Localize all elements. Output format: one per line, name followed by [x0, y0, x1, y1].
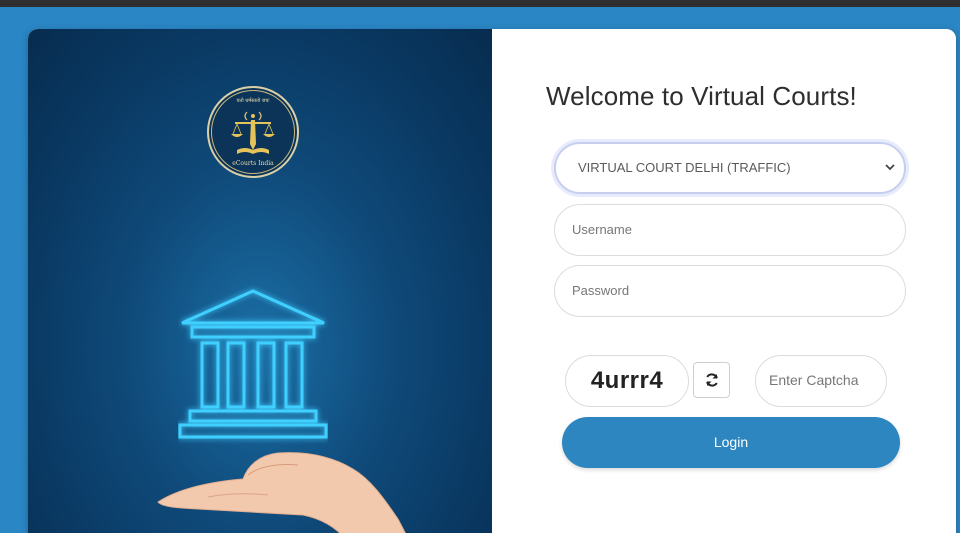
password-input[interactable]: [572, 283, 872, 298]
username-field-wrapper: [554, 204, 906, 256]
browser-top-strip: [0, 0, 960, 7]
login-button[interactable]: Login: [562, 417, 900, 468]
username-input[interactable]: [572, 222, 872, 237]
emblem-caption: eCourts India: [232, 160, 274, 167]
page-background: यतो धर्मस्ततो जयः eCourts India Welcome …: [0, 7, 960, 533]
refresh-captcha-button[interactable]: [693, 362, 730, 398]
captcha-input[interactable]: [769, 372, 879, 388]
courthouse-icon: [178, 289, 328, 439]
court-select[interactable]: VIRTUAL COURT DELHI (TRAFFIC): [554, 142, 906, 194]
ecourts-emblem-logo: यतो धर्मस्ततो जयः eCourts India: [207, 86, 299, 178]
login-form-panel: Welcome to Virtual Courts! VIRTUAL COURT…: [492, 29, 956, 533]
login-card: यतो धर्मस्ततो जयः eCourts India Welcome …: [28, 29, 956, 533]
chevron-down-icon: [885, 164, 895, 171]
captcha-field-wrapper: [755, 355, 887, 407]
illustration-panel: यतो धर्मस्ततो जयः eCourts India: [28, 29, 492, 533]
emblem-motto: यतो धर्मस्ततो जयः: [236, 98, 270, 104]
open-hand-illustration: [157, 452, 406, 533]
refresh-icon: [706, 373, 718, 387]
page-title: Welcome to Virtual Courts!: [546, 81, 857, 111]
court-select-value: VIRTUAL COURT DELHI (TRAFFIC): [578, 160, 791, 175]
captcha-image: 4urrr4: [565, 355, 689, 407]
password-field-wrapper: [554, 265, 906, 317]
